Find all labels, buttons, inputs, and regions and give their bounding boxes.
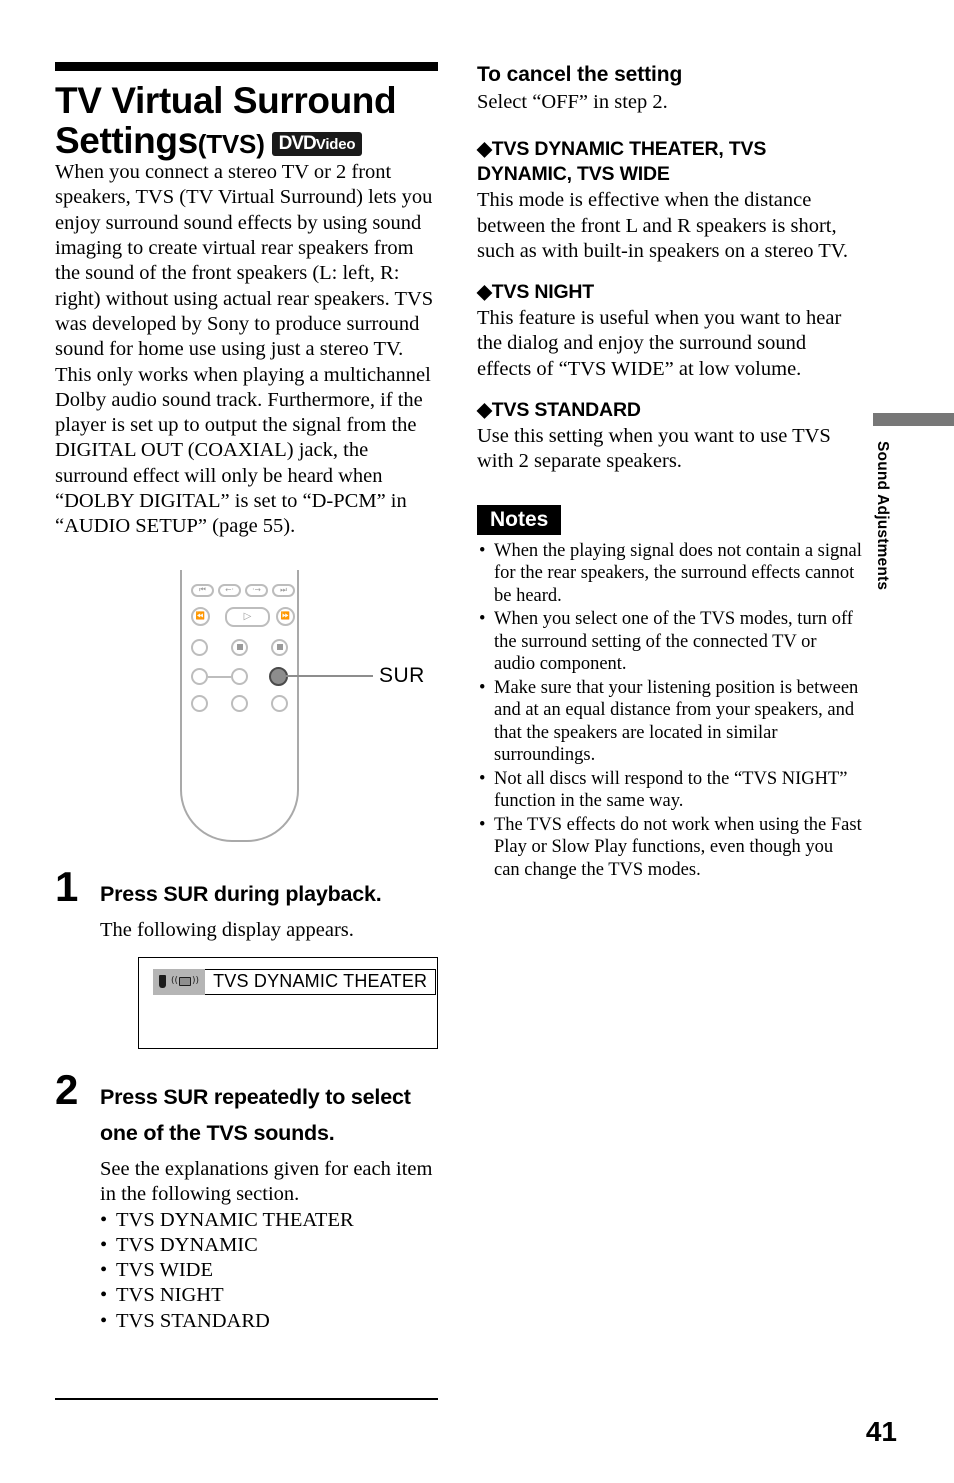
remote-button-row5-left bbox=[191, 694, 208, 712]
fast-forward-icon: ⏩ bbox=[280, 611, 291, 621]
left-column-bottom-rule bbox=[55, 1398, 438, 1400]
badge-video-text: Video bbox=[315, 135, 356, 153]
remote-button-link-line bbox=[208, 675, 231, 678]
section-tvs-standard: ◆TVS STANDARD Use this setting when you … bbox=[477, 398, 862, 475]
pause-icon bbox=[236, 644, 243, 651]
remote-button-row5-middle bbox=[231, 694, 248, 712]
remote-button-instant-replay: ←· bbox=[218, 583, 241, 597]
stop-icon bbox=[276, 644, 283, 651]
notes-label: Notes bbox=[477, 504, 562, 535]
list-item: The TVS effects do not work when using t… bbox=[477, 814, 862, 882]
remote-button-play: ▷ bbox=[225, 606, 270, 627]
title-line-2: Settings bbox=[55, 119, 198, 161]
remote-button-row3-left bbox=[191, 638, 208, 656]
step-1-heading: Press SUR during playback. bbox=[100, 881, 382, 906]
section-body: This feature is useful when you want to … bbox=[477, 307, 842, 380]
step-1-number: 1 bbox=[55, 862, 79, 910]
cancel-setting-body: Select “OFF” in step 2. bbox=[477, 91, 668, 113]
side-tab-label: Sound Adjustments bbox=[874, 441, 891, 591]
section-heading: ◆TVS DYNAMIC THEATER, TVS DYNAMIC, TVS W… bbox=[477, 138, 767, 186]
step-1: 1 Press SUR during playback. The followi… bbox=[55, 865, 438, 1049]
section-body: Use this setting when you want to use TV… bbox=[477, 425, 831, 473]
section-heading: ◆TVS STANDARD bbox=[477, 399, 641, 422]
remote-button-pause bbox=[231, 638, 248, 656]
list-item: Not all discs will respond to the “TVS N… bbox=[477, 768, 862, 813]
remote-button-next-chapter: ⏭ bbox=[272, 583, 295, 597]
title-top-rule bbox=[55, 62, 438, 71]
remote-button-prev-chapter: ⏮ bbox=[191, 583, 214, 597]
sur-callout-label: SUR bbox=[379, 663, 425, 687]
remote-control-illustration: ⏮ ←· ·→ ⏭ ⏪ ▷ ⏩ SUR bbox=[55, 562, 438, 850]
prev-chapter-icon: ⏮ bbox=[199, 585, 206, 595]
notes-section: Notes When the playing signal does not c… bbox=[477, 504, 862, 882]
list-item: TVS DYNAMIC bbox=[100, 1233, 438, 1259]
intro-paragraph-2: This only works when playing a multichan… bbox=[55, 363, 431, 538]
tvs-sound-list: TVS DYNAMIC THEATER TVS DYNAMIC TVS WIDE… bbox=[100, 1208, 438, 1335]
title-suffix: (TVS) bbox=[197, 128, 265, 159]
osd-icon-group: (()) bbox=[153, 968, 206, 995]
step-2-body: See the explanations given for each item… bbox=[100, 1157, 433, 1206]
section-dynamic-theater: ◆TVS DYNAMIC THEATER, TVS DYNAMIC, TVS W… bbox=[477, 137, 862, 264]
surround-tv-icon: (()) bbox=[171, 976, 200, 987]
list-item: When the playing signal does not contain… bbox=[477, 540, 862, 608]
remote-button-fast-forward: ⏩ bbox=[276, 606, 295, 626]
remote-button-row5-right bbox=[271, 694, 288, 712]
left-column: TV Virtual Surround Settings(TVS) DVDVide… bbox=[55, 62, 438, 1334]
instant-replay-icon: ←· bbox=[225, 585, 234, 595]
disc-icon bbox=[159, 975, 166, 989]
remote-button-instant-advance: ·→ bbox=[245, 583, 268, 597]
title-line-1: TV Virtual Surround bbox=[55, 80, 397, 121]
document-page: TV Virtual Surround Settings(TVS) DVDVide… bbox=[0, 0, 954, 1483]
right-column: To cancel the setting Select “OFF” in st… bbox=[477, 62, 862, 882]
step-2-number: 2 bbox=[55, 1065, 79, 1113]
osd-display-box: (()) TVS DYNAMIC THEATER bbox=[138, 956, 438, 1049]
step-2: 2 Press SUR repeatedly to select one of … bbox=[55, 1068, 438, 1335]
dvd-video-badge: DVDVideo bbox=[271, 131, 363, 156]
page-title: TV Virtual Surround Settings(TVS) DVDVide… bbox=[55, 81, 438, 160]
list-item: Make sure that your listening position i… bbox=[477, 677, 862, 767]
list-item: TVS WIDE bbox=[100, 1258, 438, 1284]
osd-status-bar: (()) TVS DYNAMIC THEATER bbox=[153, 968, 437, 995]
next-chapter-icon: ⏭ bbox=[280, 585, 287, 595]
badge-dvd-text: DVD bbox=[278, 132, 317, 154]
tv-screen-icon bbox=[179, 977, 192, 987]
intro-paragraph-1: When you connect a stereo TV or 2 front … bbox=[55, 161, 434, 361]
section-tvs-night: ◆TVS NIGHT This feature is useful when y… bbox=[477, 280, 862, 382]
side-tab-bar bbox=[873, 413, 954, 426]
remote-button-row4-middle bbox=[231, 667, 248, 685]
step-2-heading-line-2: one of the TVS sounds. bbox=[100, 1120, 335, 1145]
section-heading: ◆TVS NIGHT bbox=[477, 281, 594, 304]
instant-advance-icon: ·→ bbox=[252, 585, 261, 595]
rewind-icon: ⏪ bbox=[195, 611, 206, 621]
list-item: TVS NIGHT bbox=[100, 1283, 438, 1309]
list-item: TVS STANDARD bbox=[100, 1309, 438, 1335]
step-2-heading-line-1: Press SUR repeatedly to select bbox=[100, 1084, 411, 1109]
play-icon: ▷ bbox=[243, 610, 252, 622]
list-item: TVS DYNAMIC THEATER bbox=[100, 1208, 438, 1234]
section-body: This mode is effective when the distance… bbox=[477, 189, 849, 262]
remote-button-row4-left bbox=[191, 667, 208, 685]
remote-button-rewind: ⏪ bbox=[191, 606, 210, 626]
remote-button-stop bbox=[271, 638, 288, 656]
step-1-body: The following display appears. bbox=[100, 918, 354, 941]
cancel-setting-heading: To cancel the setting bbox=[477, 63, 683, 86]
list-item: When you select one of the TVS modes, tu… bbox=[477, 608, 862, 676]
notes-list: When the playing signal does not contain… bbox=[477, 540, 862, 882]
page-number: 41 bbox=[865, 1416, 897, 1447]
sur-callout-line bbox=[286, 674, 373, 678]
osd-mode-text: TVS DYNAMIC THEATER bbox=[205, 968, 437, 995]
